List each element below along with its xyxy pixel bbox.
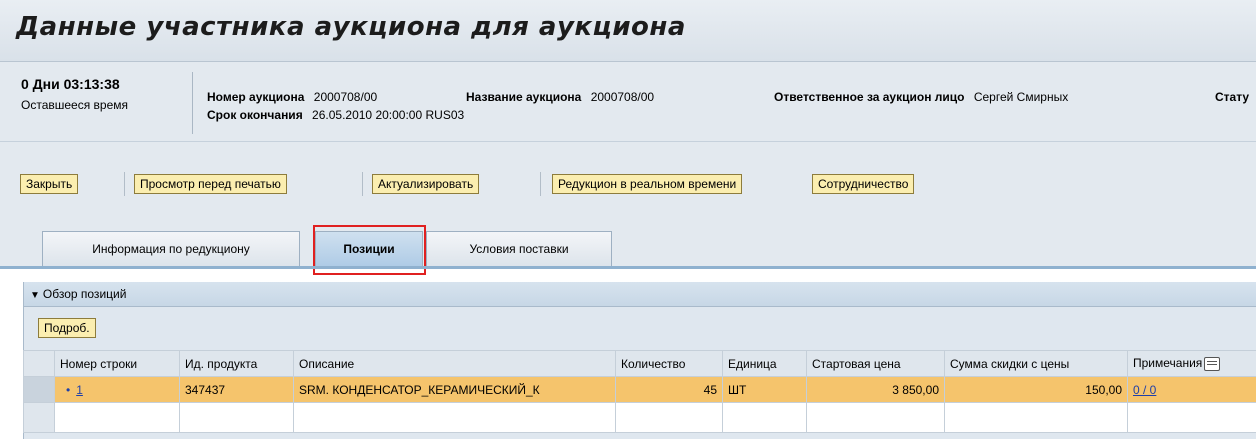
bullet: • bbox=[66, 382, 71, 397]
remaining-time: 0 Дни 03:13:38 Оставшееся время bbox=[21, 76, 128, 112]
table-header-row: Номер строки Ид. продукта Описание Колич… bbox=[23, 350, 1256, 377]
column-header[interactable]: Стартовая цена bbox=[806, 350, 945, 377]
column-header[interactable]: Номер строки bbox=[54, 350, 180, 377]
cell-line-number: • 1 bbox=[54, 376, 180, 403]
responsible-person: Ответственное за аукцион лицо Сергей Сми… bbox=[774, 90, 1068, 104]
row-selector[interactable] bbox=[23, 402, 55, 433]
status: Стату bbox=[1215, 90, 1249, 104]
responsible-value: Сергей Смирных bbox=[973, 90, 1069, 104]
cell-product-id: 347437 bbox=[179, 376, 294, 403]
column-header[interactable]: Количество bbox=[615, 350, 723, 377]
header-info: 0 Дни 03:13:38 Оставшееся время Номер ау… bbox=[0, 62, 1256, 142]
items-panel-title: Обзор позиций bbox=[42, 287, 127, 301]
auction-name: Название аукциона 2000708/00 bbox=[466, 90, 654, 104]
table-row[interactable]: • 1 347437 SRM. КОНДЕНСАТОР_КЕРАМИЧЕСКИЙ_… bbox=[23, 376, 1256, 403]
row-selector-header[interactable] bbox=[23, 350, 55, 377]
cell-start-price: 3 850,00 bbox=[806, 376, 945, 403]
row-selector[interactable] bbox=[23, 376, 55, 403]
toolbar-separator bbox=[540, 172, 541, 196]
note-icon[interactable] bbox=[1204, 356, 1221, 371]
tabs-underline bbox=[0, 266, 1256, 269]
refresh-button[interactable]: Актуализировать bbox=[372, 174, 480, 194]
print-preview-button[interactable]: Просмотр перед печатью bbox=[134, 174, 287, 194]
tab-auction-info[interactable]: Информация по редукциону bbox=[42, 231, 300, 266]
empty-cell bbox=[944, 402, 1128, 433]
auction-name-value: 2000708/00 bbox=[590, 90, 655, 104]
collaboration-button[interactable]: Сотрудничество bbox=[812, 174, 915, 194]
title-bar: Данные участника аукциона для аукциона bbox=[0, 0, 1256, 62]
tab-items[interactable]: Позиции bbox=[315, 231, 423, 267]
triangle-down-icon[interactable]: ▼ bbox=[30, 290, 40, 301]
empty-cell bbox=[1127, 402, 1256, 433]
auction-name-label: Название аукциона bbox=[466, 90, 582, 104]
toolbar-separator bbox=[124, 172, 125, 196]
table-row-empty bbox=[23, 402, 1256, 433]
auction-number-label: Номер аукциона bbox=[207, 90, 305, 104]
remaining-time-value: 0 Дни 03:13:38 bbox=[21, 76, 120, 92]
notes-header-label: Примечания bbox=[1133, 356, 1203, 371]
cell-description: SRM. КОНДЕНСАТОР_КЕРАМИЧЕСКИЙ_К bbox=[293, 376, 616, 403]
close-button[interactable]: Закрыть bbox=[20, 174, 79, 194]
column-header[interactable]: Единица bbox=[722, 350, 807, 377]
notes-link[interactable]: 0 / 0 bbox=[1133, 383, 1156, 397]
empty-cell bbox=[54, 402, 180, 433]
live-auction-button[interactable]: Редукцион в реальном времени bbox=[552, 174, 743, 194]
auction-number-value: 2000708/00 bbox=[313, 90, 378, 104]
toolbar-separator bbox=[362, 172, 363, 196]
end-date-value: 26.05.2010 20:00:00 RUS03 bbox=[312, 108, 465, 122]
details-button[interactable]: Подроб. bbox=[38, 318, 96, 338]
cell-unit: ШТ bbox=[722, 376, 807, 403]
items-table: Номер строки Ид. продукта Описание Колич… bbox=[23, 350, 1256, 433]
empty-cell bbox=[722, 402, 807, 433]
status-label: Стату bbox=[1215, 90, 1250, 104]
empty-cell bbox=[179, 402, 294, 433]
cell-discount: 150,00 bbox=[944, 376, 1128, 403]
line-number-link[interactable]: 1 bbox=[76, 383, 83, 397]
items-panel-header[interactable]: ▼ Обзор позиций bbox=[24, 282, 1256, 307]
end-date-label: Срок окончания bbox=[207, 108, 303, 122]
auction-number: Номер аукциона 2000708/00 bbox=[207, 90, 377, 104]
cell-notes: 0 / 0 bbox=[1127, 376, 1256, 403]
responsible-label: Ответственное за аукцион лицо bbox=[774, 90, 965, 104]
column-header-notes[interactable]: Примечания bbox=[1127, 350, 1256, 377]
toolbar: Закрыть Просмотр перед печатью Актуализи… bbox=[0, 142, 1256, 208]
header-separator bbox=[192, 72, 193, 134]
column-header[interactable]: Сумма скидки с цены bbox=[944, 350, 1128, 377]
cell-quantity: 45 bbox=[615, 376, 723, 403]
page-title: Данные участника аукциона для аукциона bbox=[16, 12, 686, 42]
end-date: Срок окончания 26.05.2010 20:00:00 RUS03 bbox=[207, 108, 464, 122]
tab-delivery-terms[interactable]: Условия поставки bbox=[426, 231, 612, 266]
empty-cell bbox=[806, 402, 945, 433]
column-header[interactable]: Описание bbox=[293, 350, 616, 377]
empty-cell bbox=[615, 402, 723, 433]
empty-cell bbox=[293, 402, 616, 433]
remaining-time-label: Оставшееся время bbox=[21, 98, 129, 112]
column-header[interactable]: Ид. продукта bbox=[179, 350, 294, 377]
